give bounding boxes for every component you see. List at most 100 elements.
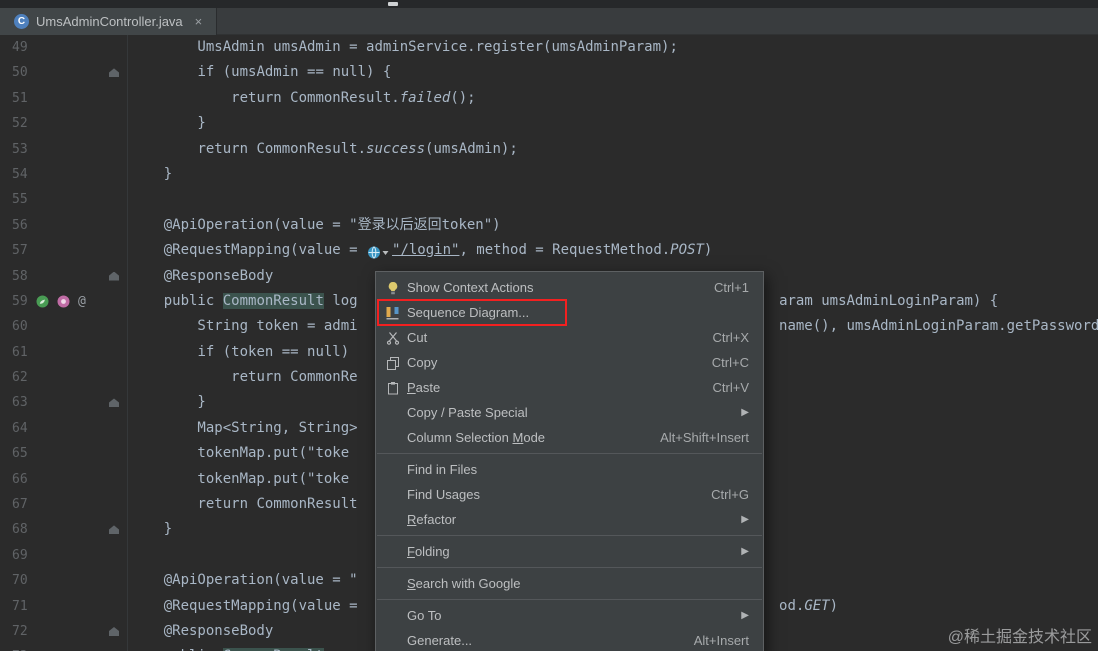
code-line[interactable]: }	[130, 162, 1098, 187]
spring-bean-icon[interactable]	[36, 295, 49, 308]
lightbulb-icon	[384, 280, 401, 296]
gutter-row: 54	[0, 162, 127, 187]
menu-item-find-usages[interactable]: Find Usages Ctrl+G	[376, 482, 763, 507]
menu-shortcut: Ctrl+G	[711, 487, 749, 502]
submenu-arrow-icon: ▶	[741, 610, 749, 621]
icon-spacer	[384, 462, 401, 478]
menu-item-column-selection-mode[interactable]: Column Selection Mode Alt+Shift+Insert	[376, 425, 763, 450]
menu-item-search-with-google[interactable]: Search with Google	[376, 571, 763, 596]
code-token: )	[492, 216, 501, 233]
line-number[interactable]: 71	[12, 594, 28, 619]
line-number[interactable]: 55	[12, 187, 28, 212]
line-number[interactable]: 65	[12, 441, 28, 466]
code-line[interactable]: return CommonResult.success(umsAdmin);	[130, 137, 1098, 162]
menu-item-folding[interactable]: Folding ▶	[376, 539, 763, 564]
menu-separator	[377, 535, 762, 536]
url-mapping-icon[interactable]	[367, 244, 391, 259]
code-token: failed	[399, 89, 451, 106]
line-number[interactable]: 66	[12, 467, 28, 492]
code-token: Map<String, String>	[130, 419, 358, 436]
code-line[interactable]: UmsAdmin umsAdmin = adminService.registe…	[130, 35, 1098, 60]
menu-item-copy-paste-special[interactable]: Copy / Paste Special ▶	[376, 400, 763, 425]
line-number[interactable]: 59	[12, 289, 28, 314]
code-token: @RequestMapping(value =	[163, 242, 367, 259]
gutter[interactable]: 49 50 51 52 53 54 55 56 57 58 59 @60 61 62 63 64 65 66 67 6…	[0, 35, 128, 651]
code-token: ) {	[366, 64, 392, 81]
fold-marker-icon[interactable]	[109, 626, 119, 636]
watermark: @稀土掘金技术社区	[947, 629, 1092, 646]
line-number[interactable]: 52	[12, 111, 28, 136]
line-number[interactable]: 50	[12, 60, 28, 85]
code-token: return	[197, 496, 249, 513]
code-line[interactable]: if (umsAdmin == null) {	[130, 60, 1098, 85]
copy-icon	[384, 355, 401, 371]
code-line[interactable]: }	[130, 111, 1098, 136]
menu-item-show-context-actions[interactable]: Show Context Actions Ctrl+1	[376, 275, 763, 300]
line-number[interactable]: 62	[12, 365, 28, 390]
code-token: CommonResult.	[281, 89, 400, 106]
menu-item-go-to[interactable]: Go To ▶	[376, 603, 763, 628]
line-number[interactable]: 61	[12, 340, 28, 365]
menu-item-sequence-diagram[interactable]: Sequence Diagram...	[376, 299, 763, 326]
fold-marker-icon[interactable]	[109, 398, 119, 408]
line-number[interactable]: 72	[12, 619, 28, 644]
editor-tab[interactable]: C UmsAdminController.java ×	[0, 8, 218, 35]
code-token: @ResponseBody	[163, 622, 274, 639]
code-token: (umsAdmin ==	[214, 64, 333, 81]
menu-shortcut: Ctrl+V	[712, 380, 749, 395]
line-number[interactable]: 49	[12, 35, 28, 60]
code-line[interactable]: @RequestMapping(value = "/login", method…	[130, 238, 1098, 263]
code-line[interactable]: return CommonResult.failed();	[130, 86, 1098, 111]
tab-title: UmsAdminController.java	[36, 14, 183, 29]
line-number[interactable]: 68	[12, 517, 28, 542]
line-number[interactable]: 56	[12, 213, 28, 238]
fold-marker-icon[interactable]	[109, 525, 119, 535]
fold-marker-icon[interactable]	[109, 68, 119, 78]
line-number[interactable]: 60	[12, 314, 28, 339]
menu-item-generate[interactable]: Generate... Alt+Insert	[376, 628, 763, 651]
line-number[interactable]: 57	[12, 238, 28, 263]
code-token: null	[332, 64, 367, 81]
line-number[interactable]: 63	[12, 390, 28, 415]
line-number[interactable]: 58	[12, 264, 28, 289]
sequence-diagram-icon	[384, 305, 401, 321]
code-token: }	[130, 165, 173, 182]
line-number[interactable]: 53	[12, 137, 28, 162]
menu-item-refactor[interactable]: Refactor ▶	[376, 507, 763, 532]
line-number[interactable]: 51	[12, 86, 28, 111]
code-line[interactable]	[130, 187, 1098, 212]
gutter-row: 66	[0, 467, 127, 492]
code-token: if	[197, 64, 215, 81]
icon-spacer	[384, 544, 401, 560]
fold-marker-icon[interactable]	[109, 271, 119, 281]
menu-item-cut[interactable]: Cut Ctrl+X	[376, 325, 763, 350]
line-number[interactable]: 67	[12, 492, 28, 517]
code-line[interactable]: @ApiOperation(value = "登录以后返回token")	[130, 213, 1098, 238]
line-number[interactable]: 69	[12, 543, 28, 568]
code-token: @RequestMapping(value =	[163, 597, 358, 614]
code-token: @ResponseBody	[163, 267, 274, 284]
line-number[interactable]: 64	[12, 416, 28, 441]
icon-spacer	[384, 608, 401, 624]
line-number[interactable]: 54	[12, 162, 28, 187]
menu-item-find-in-files[interactable]: Find in Files	[376, 457, 763, 482]
code-token: )	[829, 597, 839, 614]
menu-item-paste[interactable]: Paste Ctrl+V	[376, 375, 763, 400]
mapping-icon[interactable]	[57, 295, 70, 308]
line-number[interactable]: 70	[12, 568, 28, 593]
menu-item-copy[interactable]: Copy Ctrl+C	[376, 350, 763, 375]
menu-separator	[377, 567, 762, 568]
code-token: (token ==	[214, 343, 308, 360]
menu-item-label: Copy / Paste Special	[407, 405, 528, 420]
close-icon[interactable]: ×	[195, 14, 203, 29]
line-number[interactable]: 73	[12, 644, 28, 651]
at-icon[interactable]: @	[78, 294, 86, 309]
code-token: POST	[670, 242, 704, 259]
menu-item-label: Find in Files	[407, 462, 478, 477]
gutter-row: 64	[0, 416, 127, 441]
